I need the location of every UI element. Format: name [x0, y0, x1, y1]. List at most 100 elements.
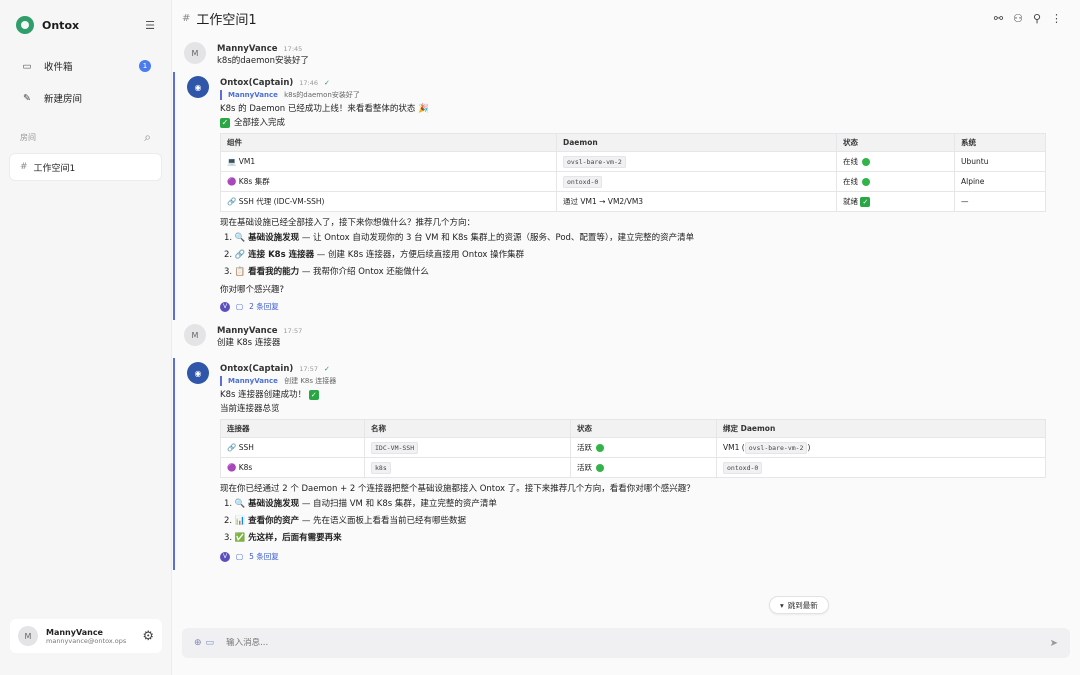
- cell-status: 在线: [836, 151, 955, 172]
- header-actions: ⚯ ⚇ ⚲ ⋮: [994, 12, 1070, 25]
- list-item: 1. 🔍 基础设施发现 — 自动扫描 VM 和 K8s 集群，建立完整的资产清单: [224, 499, 497, 509]
- room-header: # 工作空间1 ⚯ ⚇ ⚲ ⋮: [172, 0, 1080, 36]
- brand-name: Ontox: [42, 18, 80, 32]
- jump-to-latest-button[interactable]: ▾ 跳到最新: [769, 596, 829, 614]
- sidebar-item-room[interactable]: # 工作空间1: [10, 154, 161, 180]
- cell-daemon: ontoxd-0: [556, 171, 837, 192]
- status-table: 组件 Daemon 状态 系统 💻 VM1 ovsl-bare-vm-2 在线 …: [220, 133, 1046, 212]
- reaction-avatar[interactable]: V: [220, 301, 230, 312]
- captain-avatar: ◉: [187, 76, 209, 98]
- table-header-row: 组件 Daemon 状态 系统: [220, 133, 1046, 152]
- message-meta: Ontox(Captain) 17:57 ✓: [220, 358, 1070, 374]
- avatar: M: [184, 42, 206, 64]
- sidebar-item-new-room[interactable]: ✎ 新建房间: [0, 82, 171, 114]
- online-dot-icon: [862, 158, 871, 166]
- reply-quote[interactable]: MannyVance k8s的daemon安装好了: [220, 90, 1070, 100]
- collapse-sidebar-icon[interactable]: ☰: [145, 19, 155, 32]
- sidebar-item-inbox[interactable]: ▭ 收件箱 1: [0, 50, 171, 82]
- app-root: Ontox ☰ ▭ 收件箱 1 ✎ 新建房间 房间 ⌕ # 工作空间1 M Ma…: [0, 0, 1080, 675]
- send-icon[interactable]: ➤: [1050, 638, 1058, 649]
- clipboard-icon: 📋: [234, 267, 246, 277]
- sidebar: Ontox ☰ ▭ 收件箱 1 ✎ 新建房间 房间 ⌕ # 工作空间1 M Ma…: [0, 0, 172, 675]
- check-box-icon: ✓: [308, 389, 319, 400]
- screen-icon[interactable]: ▭: [206, 638, 215, 648]
- cell-daemon: VM1 (ovsl-bare-vm-2): [716, 437, 1046, 458]
- reply-author: MannyVance: [228, 91, 278, 99]
- cell-os: Alpine: [954, 171, 1046, 192]
- table-row: 🟣 K8s k8s 活跃 ontoxd-0: [220, 457, 1046, 478]
- attach-icon[interactable]: ⊕: [194, 638, 202, 648]
- column-header: 组件: [220, 133, 557, 152]
- cell-name: IDC-VM-SSH: [364, 437, 571, 458]
- user-email: mannyvance@ontox.ops...: [46, 636, 126, 645]
- cell-os: —: [954, 191, 1046, 212]
- user-name: MannyVance: [46, 627, 103, 637]
- status-text: 在线: [843, 177, 858, 186]
- status-text: 活跃: [577, 463, 592, 472]
- chart-icon: 📊: [234, 516, 246, 526]
- reply-bubble-icon: ▢: [236, 552, 244, 561]
- intro-text: K8s 连接器创建成功！: [220, 390, 307, 400]
- timestamp: 17:45: [283, 45, 303, 53]
- gear-icon[interactable]: ⚙: [142, 629, 154, 644]
- author-name[interactable]: Ontox(Captain): [220, 78, 293, 88]
- status-line: ✓ 全部接入完成: [220, 116, 1070, 130]
- check-box-icon: ✓: [220, 117, 230, 128]
- reply-quote[interactable]: MannyVance 创建 K8s 连接器: [220, 376, 1070, 386]
- column-header: 名称: [364, 419, 571, 438]
- topology-icon[interactable]: ⚯: [994, 12, 1003, 25]
- message-input[interactable]: [226, 638, 1050, 648]
- reaction-avatar[interactable]: V: [220, 551, 230, 562]
- edit-icon: ✎: [23, 92, 31, 104]
- table-row: 🟣 K8s 集群 ontoxd-0 在线 Alpine: [220, 171, 1046, 192]
- check-icon: ✅: [234, 533, 246, 543]
- captain-avatar: ◉: [187, 362, 209, 384]
- column-header: 连接器: [220, 419, 365, 438]
- sidebar-item-label: 收件箱: [44, 62, 73, 73]
- message-text: 你对哪个感兴趣?: [220, 285, 285, 295]
- reply-author: MannyVance: [228, 377, 278, 385]
- inbox-icon: ▭: [22, 60, 32, 72]
- message-feed[interactable]: M MannyVance 17:45 k8s的daemon安装好了 ◉ Onto…: [172, 38, 1080, 628]
- hash-icon: #: [182, 12, 191, 24]
- room-label: 工作空间1: [33, 163, 76, 174]
- message-meta: Ontox(Captain) 17:46 ✓: [220, 72, 1070, 88]
- message-item: ◉ Ontox(Captain) 17:46 ✓ MannyVance k8s的…: [173, 72, 1080, 320]
- status-text: 活跃: [577, 443, 592, 452]
- search-icon[interactable]: ⌕: [144, 130, 151, 145]
- option-list: 1. 🔍 基础设施发现 — 自动扫描 VM 和 K8s 集群，建立完整的资产清单…: [220, 496, 1070, 547]
- inbox-badge: 1: [139, 60, 151, 72]
- message-text: k8s的daemon安装好了: [217, 56, 309, 66]
- user-card[interactable]: M MannyVance mannyvance@ontox.ops... ⚙: [10, 619, 162, 653]
- reaction-bar: V ▢ 2 条回复: [220, 297, 1070, 320]
- search-icon: 🔍: [234, 233, 246, 243]
- thread-replies-link[interactable]: 2 条回复: [249, 301, 279, 312]
- message-meta: MannyVance 17:57: [217, 320, 1070, 336]
- message-composer: ⊕ ▭ ➤: [182, 628, 1070, 658]
- cell-component: 🔗 SSH 代理 (IDC-VM-SSH): [220, 191, 557, 212]
- add-member-icon[interactable]: ⚲: [1033, 12, 1041, 25]
- column-header: 状态: [570, 419, 717, 438]
- message-text: 现在你已经通过 2 个 Daemon + 2 个连接器把整个基础设施都接入 On…: [220, 484, 695, 494]
- message-item: M MannyVance 17:45 k8s的daemon安装好了: [172, 38, 1080, 72]
- author-name[interactable]: Ontox(Captain): [220, 364, 293, 374]
- jump-label: 跳到最新: [787, 600, 818, 610]
- column-header: Daemon: [556, 133, 837, 152]
- thread-replies-link[interactable]: 5 条回复: [249, 551, 279, 562]
- reply-bubble-icon: ▢: [236, 302, 244, 311]
- timestamp: 17:57: [283, 327, 303, 335]
- message-text: K8s 连接器创建成功！ ✓: [220, 388, 1070, 402]
- name-code: IDC-VM-SSH: [371, 442, 419, 454]
- rooms-section-label: 房间: [20, 132, 36, 142]
- author-name[interactable]: MannyVance: [217, 44, 278, 54]
- column-header: 绑定 Daemon: [716, 419, 1046, 438]
- timestamp: 17:46: [299, 79, 318, 87]
- members-icon[interactable]: ⚇: [1013, 12, 1023, 25]
- composer-tools: ⊕ ▭: [194, 638, 214, 648]
- author-name[interactable]: MannyVance: [217, 326, 278, 336]
- column-header: 系统: [954, 133, 1046, 152]
- cell-daemon: ontoxd-0: [716, 457, 1046, 478]
- more-icon[interactable]: ⋮: [1051, 12, 1062, 25]
- option-list: 1. 🔍 基础设施发现 — 让 Ontox 自动发现你的 3 台 VM 和 K8…: [220, 230, 1070, 281]
- avatar: M: [184, 324, 206, 346]
